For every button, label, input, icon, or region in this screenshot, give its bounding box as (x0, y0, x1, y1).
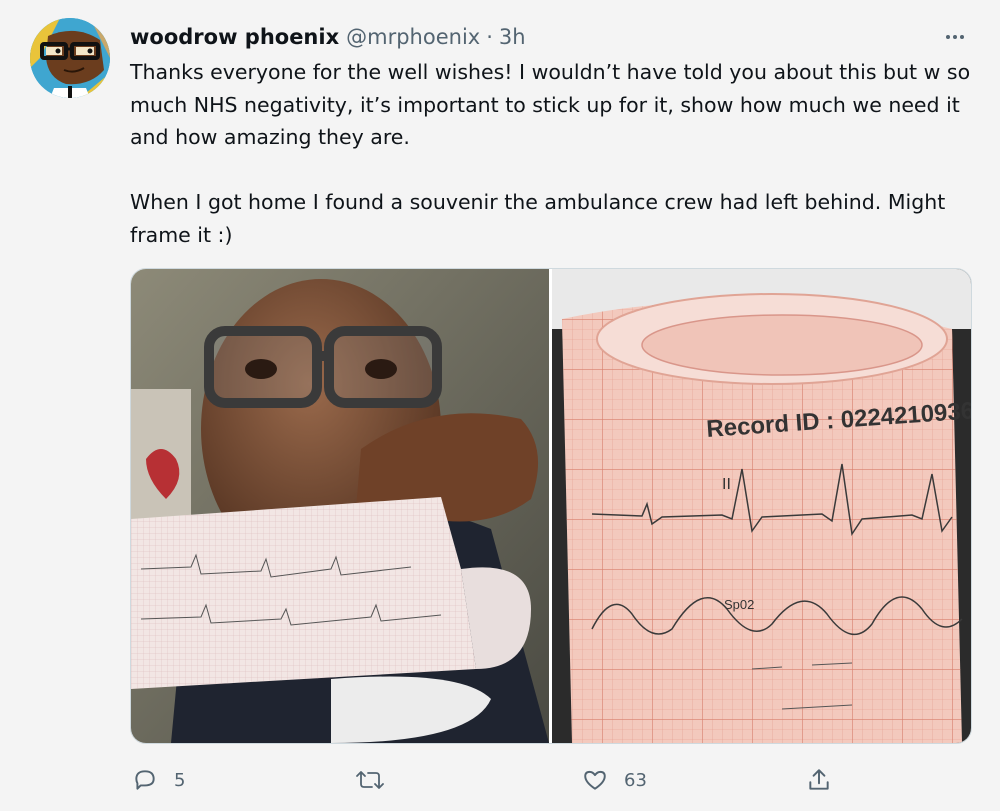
like-count: 63 (624, 769, 647, 791)
tweet-text: Thanks everyone for the well wishes! I w… (130, 60, 971, 247)
share-icon (804, 765, 834, 795)
retweet-action[interactable] (355, 762, 399, 798)
more-options-button[interactable] (940, 22, 970, 52)
more-horizontal-icon (946, 35, 964, 39)
retweet-icon (355, 765, 385, 795)
tweet-header: woodrow phoenix @mrphoenix · 3h (130, 22, 526, 52)
spo2-label: Sp02 (724, 597, 754, 612)
photo-ecg-roll[interactable]: Record ID : 022421093613 II Sp02 (552, 269, 971, 743)
share-action[interactable] (804, 762, 834, 798)
reply-icon (130, 765, 160, 795)
lead-ii-label: II (722, 476, 731, 493)
author-handle[interactable]: @mrphoenix (346, 25, 480, 49)
tweet-timestamp[interactable]: 3h (499, 25, 526, 49)
reply-count: 5 (174, 769, 186, 791)
author-name[interactable]: woodrow phoenix (130, 25, 339, 49)
photo-selfie-with-ecg[interactable] (131, 269, 549, 743)
avatar-illustration (30, 18, 110, 98)
selfie-image (131, 269, 549, 743)
ecg-roll-image: Record ID : 022421093613 II Sp02 (552, 269, 971, 743)
tweet-media[interactable]: Record ID : 022421093613 II Sp02 (130, 268, 972, 744)
heart-icon (580, 765, 610, 795)
like-action[interactable]: 63 (580, 762, 647, 798)
separator-dot: · (486, 25, 493, 49)
reply-action[interactable]: 5 (130, 762, 185, 798)
tweet[interactable]: woodrow phoenix @mrphoenix · 3h Thanks e… (0, 0, 1000, 811)
avatar[interactable] (30, 18, 110, 98)
